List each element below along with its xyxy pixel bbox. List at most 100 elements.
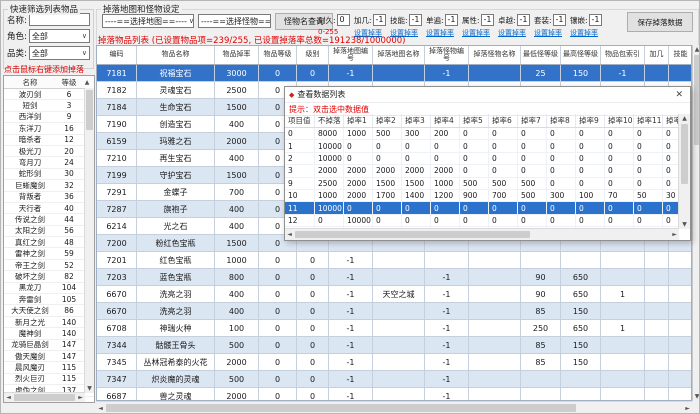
drop-table-column-header[interactable]: 加几 (645, 46, 669, 64)
drop-table-column-header[interactable]: 掉落怪物编号 (425, 46, 469, 64)
drop-table-row[interactable]: 7203蓝色宝瓶80000-1-190650 (97, 269, 691, 286)
dialog-row[interactable]: 1201000000000000000 (285, 215, 679, 227)
item-list-row[interactable]: 东洋刀16 (4, 123, 94, 134)
dialog-column-header[interactable]: 项目值 (285, 114, 315, 127)
dialog-row[interactable]: 110000000000000000 (285, 140, 679, 152)
close-icon[interactable]: ✕ (672, 90, 686, 100)
item-list-row[interactable]: 真红之剑48 (4, 237, 94, 248)
scroll-up-icon[interactable]: ▲ (82, 79, 92, 86)
scroll-up-icon[interactable]: ▲ (682, 114, 687, 123)
dialog-column-header[interactable]: 掉率8 (547, 114, 576, 127)
scroll-down-icon[interactable]: ▼ (87, 384, 92, 393)
scroll-right-icon[interactable]: ► (670, 231, 679, 238)
item-list-row[interactable]: 傲天魔剑147 (4, 351, 94, 362)
drop-table-column-header[interactable]: 掉落怪物名称 (469, 46, 521, 64)
dialog-grid[interactable]: 项目值不掉落掉率1掉率2掉率3掉率4掉率5掉率6掉率7掉率8掉率9掉率10掉率1… (285, 114, 679, 229)
item-list-row[interactable]: 奔雷剑105 (4, 294, 94, 305)
item-list-body[interactable]: 波刃剑6短剑3西洋剑9东洋刀16暗杀者12极光刀20弯月刀24蛇形剑30巨蜥魔剑… (4, 89, 94, 403)
dialog-vscrollbar[interactable]: ▲ ▼ (678, 114, 690, 229)
dialog-column-header[interactable]: 掉率4 (431, 114, 460, 127)
dialog-grid-body[interactable]: 0800010005003002000000000011000000000000… (285, 128, 679, 229)
item-list-row[interactable]: 雷神之剑59 (4, 248, 94, 259)
item-list-row[interactable]: 晨风魔刃115 (4, 362, 94, 373)
set-drop-rate-link[interactable]: 设置掉率 (570, 28, 603, 38)
item-list-row[interactable]: 巨蜥魔剑32 (4, 180, 94, 191)
drop-table-row[interactable]: 6670洗亮之羽40000-1-185150 (97, 303, 691, 320)
item-list-row[interactable]: 蛇形剑30 (4, 169, 94, 180)
item-list-row[interactable]: 龙骑巨晶剑147 (4, 340, 94, 351)
drop-table-vscrollbar[interactable]: ▲ ▼ (692, 45, 700, 401)
dialog-column-header[interactable]: 掉率5 (460, 114, 489, 127)
item-list-row[interactable]: 黑龙刀104 (4, 283, 94, 294)
drop-table-column-header[interactable]: 掉落地图名称 (373, 46, 425, 64)
item-list-vscrollbar[interactable]: ▼ (84, 88, 94, 393)
drop-table-column-header[interactable]: 物品名称 (137, 46, 215, 64)
set-drop-rate-link[interactable]: 设置掉率 (534, 28, 567, 38)
item-list-row[interactable]: 新月之光140 (4, 317, 94, 328)
drop-table-row[interactable]: 6670洗亮之羽40000-1天空之城-1906501 (97, 286, 691, 303)
dialog-row[interactable]: 1110000000000000000 (285, 202, 679, 214)
role-select[interactable]: 全部 ∨ (29, 29, 90, 43)
item-list-row[interactable]: 天行者40 (4, 203, 94, 214)
drop-table-column-header[interactable]: 技能 (669, 46, 692, 64)
attribute-field-input[interactable]: -1 (553, 14, 566, 26)
dialog-column-header[interactable]: 不掉落 (315, 114, 344, 127)
attribute-field-input[interactable]: -1 (517, 14, 530, 26)
attribute-field-input[interactable]: -1 (481, 14, 494, 26)
drop-table-column-header[interactable]: 物品掉率 (215, 46, 259, 64)
item-list-row[interactable]: 帝王之剑52 (4, 260, 94, 271)
drop-table-row[interactable]: 7344骷髅王骨头50000-1-185150 (97, 337, 691, 354)
set-drop-rate-link[interactable]: 设置掉率 (498, 28, 531, 38)
dialog-column-header[interactable]: 掉率6 (489, 114, 518, 127)
item-list-row[interactable]: 大天使之剑86 (4, 305, 94, 316)
item-list-row[interactable]: 太阳之剑56 (4, 226, 94, 237)
save-drop-data-button[interactable]: 保存掉落数据 (627, 12, 693, 32)
drop-table-row[interactable]: 6687兽之灵魂200000-1-1 (97, 388, 691, 401)
item-list-row[interactable]: 魔神剑140 (4, 328, 94, 339)
item-list-row[interactable]: 烈火巨刃115 (4, 374, 94, 385)
set-drop-rate-link[interactable]: 设置掉率 (462, 28, 495, 38)
item-list-row[interactable]: 短剑3 (4, 100, 94, 111)
dialog-row[interactable]: 210000000000000000 (285, 153, 679, 165)
dialog-column-header[interactable]: 掉率10 (605, 114, 634, 127)
monster-select[interactable]: ----==选择怪物==---- ∨ (198, 14, 271, 28)
map-select[interactable]: ----==选择地图==---- ∨ (102, 14, 194, 28)
item-list-row[interactable]: 背叛者36 (4, 192, 94, 203)
item-list-row[interactable]: 暗杀者12 (4, 135, 94, 146)
item-list-row[interactable]: 传说之剑44 (4, 214, 94, 225)
class-select[interactable]: 全部 ∨ (29, 46, 90, 60)
drop-table-column-header[interactable]: 物品等级 (259, 46, 297, 64)
dialog-row[interactable]: 92500200015001500100050050050000000 (285, 178, 679, 190)
attribute-field-input[interactable]: -1 (589, 14, 602, 26)
drop-table-column-header[interactable]: 物品包索引 (601, 46, 645, 64)
drop-table-column-header[interactable]: 编码 (97, 46, 137, 64)
dialog-row[interactable]: 32000200020002000200000000000 (285, 165, 679, 177)
drop-table-column-header[interactable]: 最低怪等级 (521, 46, 561, 64)
dialog-column-header[interactable]: 掉率3 (402, 114, 431, 127)
scroll-left-icon[interactable]: ◄ (285, 231, 294, 238)
scroll-down-icon[interactable]: ▼ (682, 220, 687, 229)
dialog-column-header[interactable]: 掉率1 (344, 114, 373, 127)
scroll-up-icon[interactable]: ▲ (695, 45, 700, 54)
scroll-left-icon[interactable]: ◄ (96, 405, 105, 412)
drop-table-row[interactable]: 7347炽炎魔的灵魂50000-1-1 (97, 371, 691, 388)
dialog-row[interactable]: 08000100050030020000000000 (285, 128, 679, 140)
dialog-hscrollbar[interactable]: ◄ ► (285, 228, 679, 240)
set-drop-rate-link[interactable]: 设置掉率 (426, 28, 459, 38)
attribute-field-input[interactable]: 0 (337, 14, 350, 26)
item-list-row[interactable]: 极光刀20 (4, 146, 94, 157)
dialog-row[interactable]: 1010002000170014001200900700500300100705… (285, 190, 679, 202)
scroll-left-icon[interactable]: ◄ (4, 394, 13, 401)
drop-table-hscrollbar[interactable]: ◄ ► (96, 401, 692, 414)
dialog-column-header[interactable]: 掉率12 (663, 114, 679, 127)
item-list-hscrollbar[interactable]: ◄ ► (4, 392, 85, 402)
attribute-field-input[interactable]: -1 (373, 14, 386, 26)
dialog-column-header[interactable]: 掉率7 (518, 114, 547, 127)
drop-table-row[interactable]: 7181祝福宝石300000-1-125150-1 (97, 65, 691, 82)
drop-table-row[interactable]: 7345丛林冠希泰的火花200000-1-185150 (97, 354, 691, 371)
dialog-column-header[interactable]: 掉率11 (634, 114, 663, 127)
item-list-row[interactable]: 弯月刀24 (4, 157, 94, 168)
attribute-field-input[interactable]: -1 (409, 14, 422, 26)
scroll-right-icon[interactable]: ► (76, 394, 85, 401)
item-filter-list[interactable]: 名称 等级 ▲ 波刃剑6短剑3西洋剑9东洋刀16暗杀者12极光刀20弯月刀24蛇… (3, 75, 95, 403)
